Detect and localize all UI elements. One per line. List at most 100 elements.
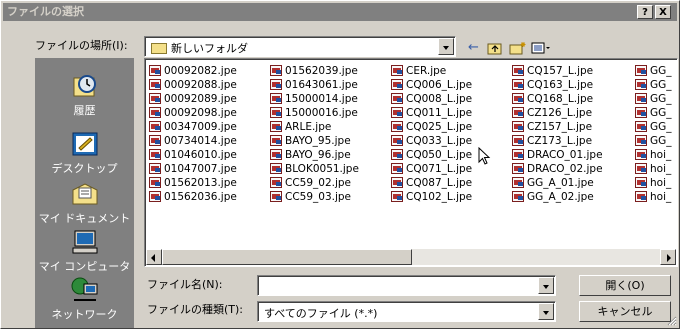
jpeg-file-icon	[391, 162, 403, 174]
file-name: 01562036.jpe	[164, 191, 237, 203]
jpeg-file-icon	[512, 162, 524, 174]
jpeg-file-icon	[270, 78, 282, 90]
place-my-computer[interactable]: マイ コンピュータ	[35, 228, 134, 274]
jpeg-file-icon	[270, 176, 282, 188]
place-my-documents[interactable]: マイ ドキュメント	[35, 180, 134, 226]
jpeg-file-icon	[635, 92, 647, 104]
file-name: DRACO_01.jpe	[527, 149, 603, 161]
file-item[interactable]: DRACO_01.jpe	[512, 148, 603, 162]
filename-input[interactable]	[257, 275, 556, 296]
file-item[interactable]: 01047007.jpe	[149, 162, 237, 176]
file-item[interactable]: 00092098.jpe	[149, 106, 237, 120]
file-item[interactable]: 15000016.jpe	[270, 106, 359, 120]
file-item[interactable]: hoi_	[635, 162, 672, 176]
file-item[interactable]: BAYO_96.jpe	[270, 148, 359, 162]
new-folder-icon[interactable]	[509, 41, 527, 59]
file-item[interactable]: CC59_03.jpe	[270, 190, 359, 204]
file-item[interactable]: hoi_	[635, 148, 672, 162]
file-item[interactable]: hoi_	[635, 176, 672, 190]
file-item[interactable]: GG_A_01.jpe	[512, 176, 603, 190]
file-item[interactable]: 01562013.jpe	[149, 176, 237, 190]
file-item[interactable]: CQ008_L.jpe	[391, 92, 472, 106]
file-name: GG_	[650, 93, 672, 105]
file-item[interactable]: BAYO_95.jpe	[270, 134, 359, 148]
file-item[interactable]: ARLE.jpe	[270, 120, 359, 134]
file-item[interactable]: CQ033_L.jpe	[391, 134, 472, 148]
file-name: CQ011_L.jpe	[406, 107, 473, 119]
file-item[interactable]: CQ157_L.jpe	[512, 64, 603, 78]
file-name: CQ157_L.jpe	[527, 65, 594, 77]
place-history[interactable]: 履歴	[35, 72, 134, 118]
filetype-dropdown-button[interactable]	[538, 303, 554, 320]
file-item[interactable]: DRACO_02.jpe	[512, 162, 603, 176]
file-item[interactable]: GG_	[635, 120, 672, 134]
scroll-right-button[interactable]	[660, 249, 676, 265]
back-arrow-icon[interactable]: ←	[468, 41, 479, 55]
place-desktop[interactable]: デスクトップ	[35, 130, 134, 176]
jpeg-file-icon	[391, 106, 403, 118]
filetype-select[interactable]: すべてのファイル (*.*)	[257, 301, 556, 322]
file-item[interactable]: CZ157_L.jpe	[512, 120, 603, 134]
file-item[interactable]: GG_	[635, 134, 672, 148]
close-button[interactable]: X	[655, 5, 671, 19]
file-item[interactable]: 00092089.jpe	[149, 92, 237, 106]
file-item[interactable]: CQ025_L.jpe	[391, 120, 472, 134]
horizontal-scrollbar[interactable]	[146, 249, 676, 265]
file-item[interactable]: 00092082.jpe	[149, 64, 237, 78]
place-desktop-label: デスクトップ	[51, 162, 118, 175]
file-item[interactable]: CZ126_L.jpe	[512, 106, 603, 120]
place-network[interactable]: ネットワーク	[35, 276, 134, 322]
jpeg-file-icon	[270, 92, 282, 104]
file-name: GG_	[650, 135, 672, 147]
look-in-combo[interactable]: 新しいフォルダ	[144, 36, 456, 57]
file-item[interactable]: CZ173_L.jpe	[512, 134, 603, 148]
file-list[interactable]: 00092082.jpe 00092088.jpe 00092089.jpe 0…	[144, 58, 678, 267]
file-item[interactable]: GG_	[635, 106, 672, 120]
filename-dropdown-button[interactable]	[538, 277, 554, 294]
file-item[interactable]: GG_	[635, 64, 672, 78]
jpeg-file-icon	[391, 78, 403, 90]
title-bar[interactable]: ファイルの選択 ? X	[3, 3, 677, 21]
file-item[interactable]: GG_A_02.jpe	[512, 190, 603, 204]
file-item[interactable]: CQ050_L.jpe	[391, 148, 472, 162]
file-item[interactable]: CC59_02.jpe	[270, 176, 359, 190]
file-item[interactable]: CQ071_L.jpe	[391, 162, 472, 176]
view-menu-icon[interactable]	[531, 41, 551, 59]
scroll-left-button[interactable]	[146, 249, 162, 265]
file-item[interactable]: CQ102_L.jpe	[391, 190, 472, 204]
file-item[interactable]: CER.jpe	[391, 64, 472, 78]
file-item[interactable]: 01643061.jpe	[270, 78, 359, 92]
my-documents-icon	[70, 180, 100, 208]
file-item[interactable]: GG_	[635, 92, 672, 106]
file-item[interactable]: 01562039.jpe	[270, 64, 359, 78]
file-name: 01562013.jpe	[164, 177, 237, 189]
file-item[interactable]: 00734014.jpe	[149, 134, 237, 148]
file-item[interactable]: 00347009.jpe	[149, 120, 237, 134]
file-item[interactable]: 01046010.jpe	[149, 148, 237, 162]
up-folder-icon[interactable]	[487, 41, 503, 59]
file-item[interactable]: BLOK0051.jpe	[270, 162, 359, 176]
file-item[interactable]: CQ087_L.jpe	[391, 176, 472, 190]
file-item[interactable]: CQ006_L.jpe	[391, 78, 472, 92]
cancel-button[interactable]: キャンセル	[579, 301, 671, 322]
scroll-thumb[interactable]	[162, 249, 412, 265]
jpeg-file-icon	[391, 190, 403, 202]
file-item[interactable]: 15000014.jpe	[270, 92, 359, 106]
look-in-dropdown-button[interactable]	[438, 38, 454, 55]
resize-grip-icon[interactable]	[667, 316, 677, 326]
file-name: GG_	[650, 121, 672, 133]
file-item[interactable]: 00092088.jpe	[149, 78, 237, 92]
file-name: 00092088.jpe	[164, 79, 237, 91]
jpeg-file-icon	[635, 78, 647, 90]
file-item[interactable]: CQ163_L.jpe	[512, 78, 603, 92]
file-item[interactable]: CQ168_L.jpe	[512, 92, 603, 106]
file-item[interactable]: CQ011_L.jpe	[391, 106, 472, 120]
help-button[interactable]: ?	[637, 5, 653, 19]
file-item[interactable]: GG_	[635, 78, 672, 92]
file-item[interactable]: 01562036.jpe	[149, 190, 237, 204]
file-item[interactable]: hoi_	[635, 190, 672, 204]
file-name: CQ033_L.jpe	[406, 135, 473, 147]
open-button[interactable]: 開く(O)	[579, 275, 671, 296]
filetype-label: ファイルの種類(T):	[147, 303, 244, 316]
desktop-icon	[70, 130, 100, 158]
